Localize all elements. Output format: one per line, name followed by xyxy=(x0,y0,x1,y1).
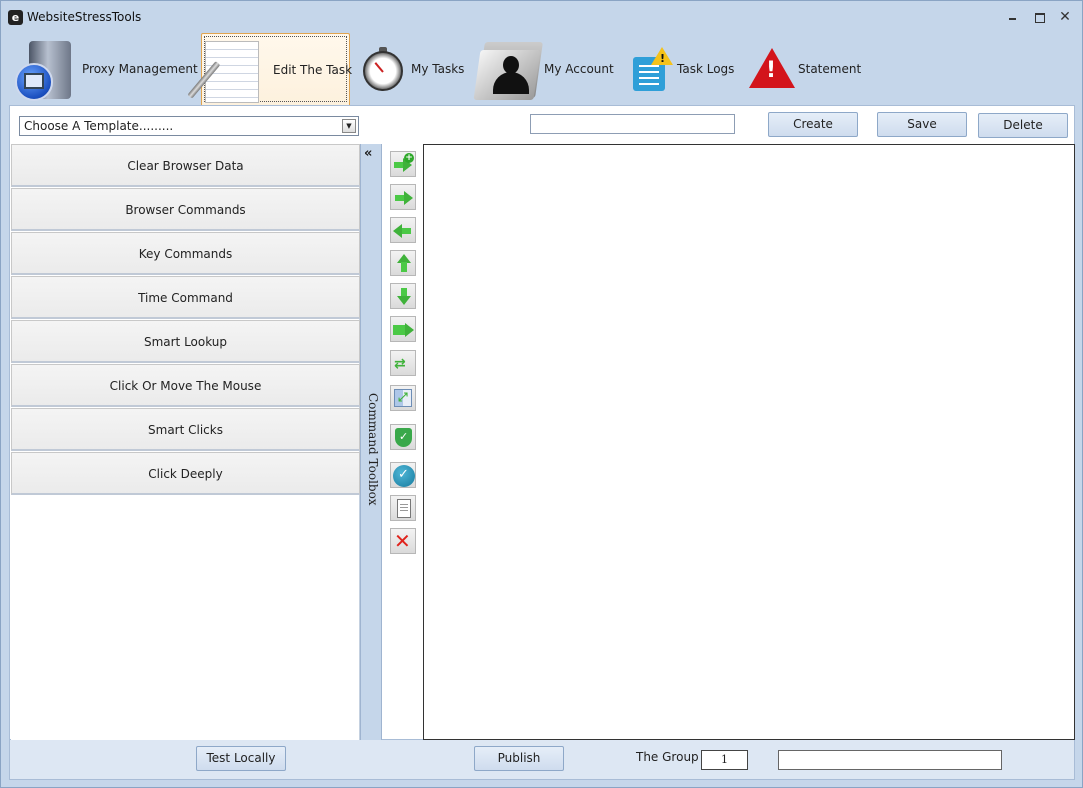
command-key-commands[interactable]: Key Commands xyxy=(11,232,360,275)
command-smart-clicks[interactable]: Smart Clicks xyxy=(11,408,360,451)
collapse-icon[interactable]: « xyxy=(364,146,372,161)
nav-label: Proxy Management xyxy=(82,62,198,76)
delete-x-icon[interactable]: ✕ xyxy=(390,528,416,554)
command-click-deeply[interactable]: Click Deeply xyxy=(11,452,360,495)
nav-my-account[interactable]: My Account xyxy=(473,33,617,105)
verify-check-icon[interactable]: ✓ xyxy=(390,462,416,488)
move-right-icon[interactable] xyxy=(390,184,416,210)
server-globe-icon xyxy=(13,37,79,101)
save-button[interactable]: Save xyxy=(877,112,967,137)
top-navigation: Proxy Management Edit The Task My Tasks … xyxy=(1,33,1082,105)
app-window: e WebsiteStressTools ✕ Proxy Management … xyxy=(0,0,1083,788)
app-logo-icon: e xyxy=(8,10,23,25)
nav-label: My Tasks xyxy=(411,62,465,76)
nav-label: Task Logs xyxy=(677,62,735,76)
nav-label: Statement xyxy=(798,62,862,76)
nav-edit-the-task[interactable]: Edit The Task xyxy=(187,33,353,105)
group-label: The Group xyxy=(636,750,699,764)
command-time-command[interactable]: Time Command xyxy=(11,276,360,319)
template-dropdown-value: Choose A Template......... xyxy=(24,119,174,133)
shield-check-icon[interactable]: ✓ xyxy=(390,424,416,450)
alert-triangle-icon: ! xyxy=(747,48,795,90)
template-dropdown[interactable]: Choose A Template......... ▼ xyxy=(19,116,359,136)
group-name-input[interactable] xyxy=(778,750,1002,770)
nav-proxy-management[interactable]: Proxy Management xyxy=(13,33,198,105)
command-toolbox-strip: « Command Toolbox xyxy=(360,144,382,740)
close-button[interactable]: ✕ xyxy=(1058,10,1072,24)
add-command-icon[interactable]: + xyxy=(390,151,416,177)
delete-button[interactable]: Delete xyxy=(978,113,1068,138)
task-name-input[interactable] xyxy=(530,114,735,134)
editor-panel: Choose A Template......... ▼ Create Save… xyxy=(9,105,1075,740)
nav-label: My Account xyxy=(544,62,614,76)
log-warning-icon: ! xyxy=(631,47,673,91)
test-locally-button[interactable]: Test Locally xyxy=(196,746,286,771)
toolbox-label: Command Toolbox xyxy=(366,393,380,506)
publish-button[interactable]: Publish xyxy=(474,746,564,771)
command-click-or-move-mouse[interactable]: Click Or Move The Mouse xyxy=(11,364,360,407)
move-down-icon[interactable] xyxy=(390,283,416,309)
move-up-icon[interactable] xyxy=(390,250,416,276)
bottom-bar: Test Locally Publish The Group 1 xyxy=(9,740,1075,780)
stopwatch-icon xyxy=(361,47,405,91)
command-browser-commands[interactable]: Browser Commands xyxy=(11,188,360,231)
nav-statement[interactable]: ! Statement xyxy=(747,33,861,105)
nav-my-tasks[interactable]: My Tasks xyxy=(361,33,466,105)
move-left-icon[interactable] xyxy=(390,217,416,243)
command-list: Clear Browser Data Browser Commands Key … xyxy=(11,144,360,740)
swap-columns-icon[interactable]: ⤢ xyxy=(390,385,416,411)
notepad-pen-icon xyxy=(187,37,261,103)
minimize-button[interactable] xyxy=(1006,10,1020,24)
chevron-down-icon[interactable]: ▼ xyxy=(342,119,356,133)
create-button[interactable]: Create xyxy=(768,112,858,137)
maximize-button[interactable] xyxy=(1032,10,1046,24)
user-folder-icon xyxy=(473,38,543,100)
command-clear-browser-data[interactable]: Clear Browser Data xyxy=(11,144,360,187)
group-number-input[interactable]: 1 xyxy=(701,750,748,770)
nav-task-logs[interactable]: ! Task Logs xyxy=(631,33,735,105)
command-smart-lookup[interactable]: Smart Lookup xyxy=(11,320,360,363)
copy-document-icon[interactable] xyxy=(390,495,416,521)
task-editor-area[interactable] xyxy=(423,144,1075,740)
nav-label: Edit The Task xyxy=(273,62,353,77)
window-title: WebsiteStressTools xyxy=(27,10,142,24)
indent-icon[interactable] xyxy=(390,316,416,342)
shuffle-icon[interactable]: ⇄ xyxy=(390,350,416,376)
title-bar: e WebsiteStressTools ✕ xyxy=(1,1,1082,33)
